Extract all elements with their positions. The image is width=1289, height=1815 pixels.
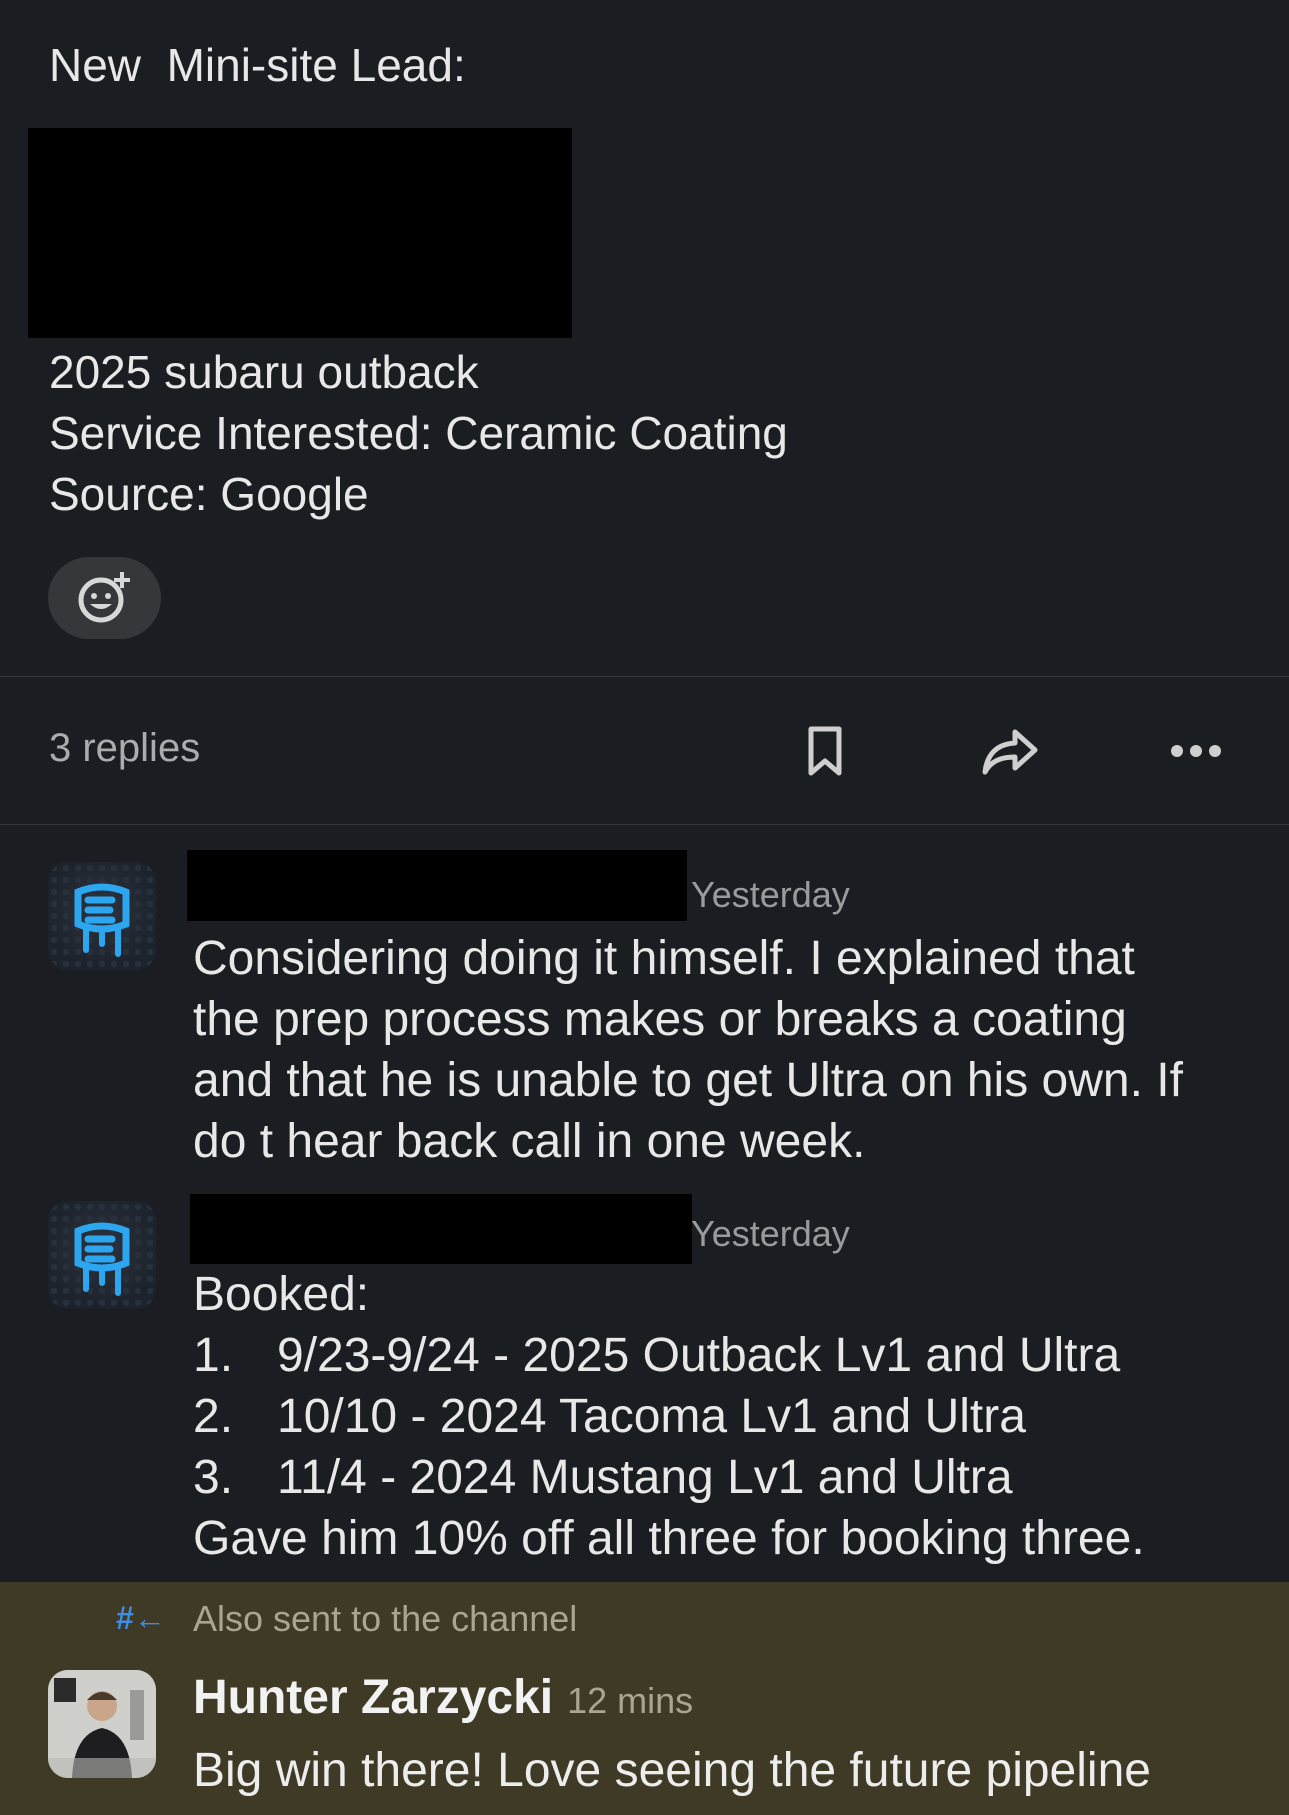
list-number: 3. [193, 1451, 234, 1504]
reply-timestamp: 12 mins [567, 1680, 694, 1721]
list-item: 2. 10/10 - 2024 Tacoma Lv1 and Ultra [193, 1386, 1145, 1447]
divider [0, 676, 1289, 677]
also-sent-label[interactable]: Also sent to the channel [193, 1598, 577, 1640]
bookmark-icon[interactable] [793, 719, 857, 783]
message-line: and that he is unable to get Ultra on hi… [193, 1054, 1183, 1107]
share-icon[interactable] [978, 719, 1042, 783]
message-line: the prep process makes or breaks a coati… [193, 993, 1127, 1046]
avatar[interactable] [48, 1201, 156, 1309]
redacted-contact-block [28, 128, 572, 338]
service-line: Service Interested: Ceramic Coating [49, 407, 788, 459]
add-reaction-button[interactable] [48, 557, 161, 639]
redacted-author-name [190, 1194, 692, 1264]
list-item: 1. 9/23-9/24 - 2025 Outback Lv1 and Ultr… [193, 1325, 1145, 1386]
reply-timestamp: Yesterday [691, 1213, 850, 1254]
divider [0, 824, 1289, 825]
list-number: 1. [193, 1329, 234, 1382]
list-text: 9/23-9/24 - 2025 Outback Lv1 and Ultra [277, 1329, 1121, 1382]
vehicle-line: 2025 subaru outback [49, 346, 479, 398]
message-line: Gave him 10% off all three for booking t… [193, 1512, 1145, 1565]
list-text: 11/4 - 2024 Mustang Lv1 and Ultra [277, 1451, 1013, 1504]
reply-timestamp: Yesterday [691, 874, 850, 915]
redacted-author-name [187, 850, 687, 921]
avatar[interactable] [48, 1670, 156, 1778]
message-line: Considering doing it himself. I explaine… [193, 932, 1135, 985]
list-item: 3. 11/4 - 2024 Mustang Lv1 and Ultra [193, 1447, 1145, 1508]
brand-logo-icon [74, 1222, 130, 1296]
add-emoji-icon [78, 572, 130, 623]
reply-message-text: Booked: 1. 9/23-9/24 - 2025 Outback Lv1 … [193, 1264, 1145, 1569]
reply-message-text: Big win there! Love seeing the future pi… [193, 1744, 1151, 1797]
more-icon[interactable] [1164, 719, 1228, 783]
list-text: 10/10 - 2024 Tacoma Lv1 and Ultra [277, 1390, 1026, 1443]
source-line: Source: Google [49, 468, 369, 520]
brand-logo-icon [74, 883, 130, 957]
replies-count[interactable]: 3 replies [49, 726, 200, 771]
message-line: do t hear back call in one week. [193, 1115, 866, 1168]
booked-heading: Booked: [193, 1268, 370, 1321]
avatar[interactable] [48, 862, 156, 970]
parent-message-title: New Mini-site Lead: [49, 39, 466, 91]
person-photo-icon [48, 1670, 156, 1778]
channel-share-icon: #← [116, 1600, 166, 1636]
reply-message-text: Considering doing it himself. I explaine… [193, 928, 1183, 1172]
author-name-text[interactable]: Hunter Zarzycki [193, 1671, 553, 1724]
author-name[interactable]: Hunter Zarzycki 12 mins [193, 1670, 693, 1725]
list-number: 2. [193, 1390, 234, 1443]
